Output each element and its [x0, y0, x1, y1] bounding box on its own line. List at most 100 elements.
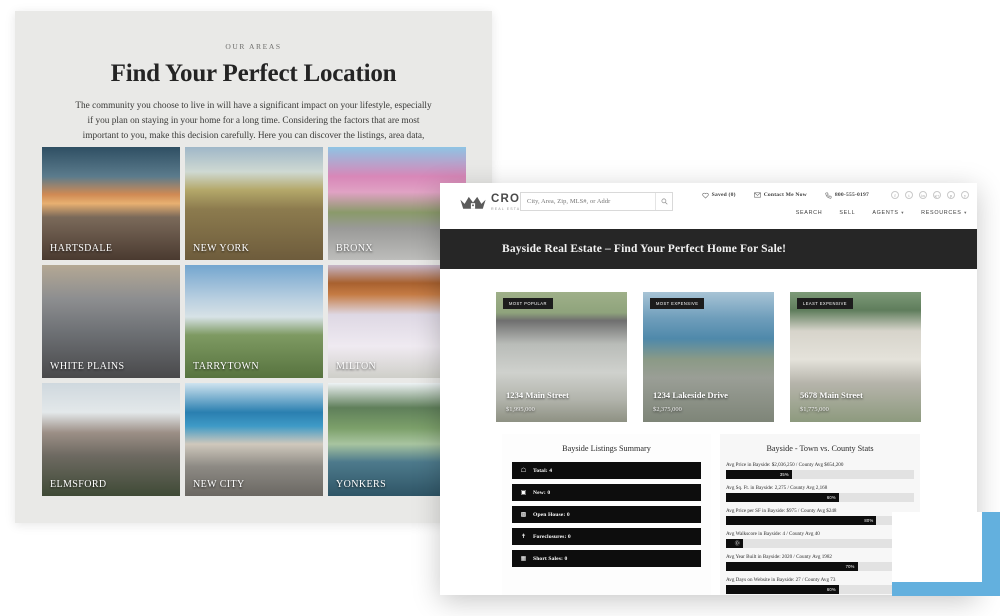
area-tile[interactable]: NEW CITY — [185, 383, 323, 496]
chevron-down-icon: ▾ — [964, 210, 967, 215]
area-tile[interactable]: NEW YORK — [185, 147, 323, 260]
area-tile-label: YONKERS — [336, 479, 387, 490]
decorative-accent-mask — [892, 512, 982, 582]
stat-track: Ⓓ — [726, 539, 914, 548]
listing-price: $1,775,000 — [800, 406, 829, 413]
stat-track: 35% — [726, 470, 914, 479]
site-header: CROWN REAL ESTATE Save — [440, 183, 977, 229]
stat-label: Avg Days on Website in Bayside: 27 / Cou… — [726, 577, 836, 583]
nav-label: SELL — [839, 210, 856, 216]
listing-card[interactable]: MOST EXPENSIVE 1234 Lakeside Drive $2,37… — [643, 292, 774, 422]
youtube-icon[interactable]: y — [961, 191, 969, 199]
hero-banner: Bayside Real Estate – Find Your Perfect … — [440, 229, 977, 269]
envelope-icon — [753, 192, 761, 198]
stat-row: Avg Price in Bayside: $2,036,250 / Count… — [726, 462, 914, 479]
area-tile-label: NEW CITY — [193, 479, 245, 490]
screenshot-root: OUR AREAS Find Your Perfect Location The… — [0, 0, 1000, 616]
search-bar[interactable] — [520, 192, 673, 211]
hero-banner-title: Bayside Real Estate – Find Your Perfect … — [502, 243, 787, 255]
heart-icon — [702, 192, 709, 198]
summary-row[interactable]: ▩ Open House: 0 — [512, 506, 701, 523]
search-icon — [661, 198, 668, 205]
stat-track: 60% — [726, 585, 914, 594]
stat-label: Avg Walkscore in Bayside: 4 / County Avg… — [726, 531, 820, 537]
saved-listings-link[interactable]: Saved (0) — [702, 192, 736, 199]
stat-percent: 70% — [845, 564, 855, 569]
linkedin-icon[interactable]: in — [919, 191, 927, 199]
contact-label: Contact Me Now — [763, 192, 807, 198]
listings-summary-panel: Bayside Listings Summary ☖ Total: 4 ▣ Ne… — [502, 434, 711, 595]
area-tile[interactable]: WHITE PLAINS — [42, 265, 180, 378]
stat-fill: 80% — [726, 516, 877, 525]
twitter-icon[interactable]: t — [905, 191, 913, 199]
summary-row-label: Total: 4 — [533, 467, 553, 474]
listing-card[interactable]: MOST POPULAR 1234 Main Street $1,995,000 — [496, 292, 627, 422]
summary-row[interactable]: ✝ Foreclosures: 0 — [512, 528, 701, 545]
listings-summary-title: Bayside Listings Summary — [562, 444, 651, 453]
nav-item-resources[interactable]: RESOURCES ▾ — [921, 210, 967, 216]
pinterest-icon[interactable]: p — [947, 191, 955, 199]
phone-icon — [825, 192, 832, 199]
stat-percent: 80% — [864, 518, 874, 523]
crown-icon — [460, 196, 486, 209]
nav-item-sell[interactable]: SELL — [839, 210, 855, 216]
stat-track: 70% — [726, 562, 914, 571]
nav-item-search[interactable]: SEARCH — [796, 210, 823, 216]
social-links: f t in g+ p y — [891, 191, 969, 199]
featured-listings: MOST POPULAR 1234 Main Street $1,995,000… — [440, 269, 977, 422]
stat-percent: 60% — [826, 587, 836, 592]
town-vs-county-panel: Bayside - Town vs. County Stats Avg Pric… — [720, 434, 920, 595]
area-tile-label: TARRYTOWN — [193, 361, 259, 372]
nav-item-agents[interactable]: AGENTS ▾ — [872, 210, 904, 216]
search-button[interactable] — [655, 193, 672, 210]
listing-card[interactable]: LEAST EXPENSIVE 5678 Main Street $1,775,… — [790, 292, 921, 422]
stat-label: Avg Price per SF in Bayside: $975 / Coun… — [726, 508, 837, 514]
stat-fill: 35% — [726, 470, 792, 479]
summary-row[interactable]: ☖ Total: 4 — [512, 462, 701, 479]
listing-address: 1234 Lakeside Drive — [653, 390, 728, 400]
area-tile[interactable]: ELMSFORD — [42, 383, 180, 496]
area-tile-label: HARTSDALE — [50, 243, 113, 254]
summary-row-label: Short Sales: 0 — [533, 555, 568, 562]
phone-link[interactable]: 800-555-0197 — [825, 192, 869, 199]
home-icon: ☖ — [520, 467, 527, 474]
area-tile-label: MILTON — [336, 361, 377, 372]
contact-link[interactable]: Contact Me Now — [753, 192, 807, 198]
listing-price: $2,375,000 — [653, 406, 682, 413]
page-title: Find Your Perfect Location — [110, 60, 397, 87]
walkscore-icon: Ⓓ — [734, 541, 740, 547]
calendar-icon: ▣ — [520, 489, 527, 496]
header-utilities: Saved (0) Contact Me Now 800-555-0197 f … — [702, 191, 969, 199]
area-tile-label: NEW YORK — [193, 243, 250, 254]
stat-row: Avg Days on Website in Bayside: 27 / Cou… — [726, 577, 914, 594]
stat-percent: 35% — [779, 472, 789, 477]
summary-row[interactable]: ▣ New: 0 — [512, 484, 701, 501]
nav-label: AGENTS — [872, 210, 899, 216]
listing-address: 1234 Main Street — [506, 390, 569, 400]
town-vs-county-title: Bayside - Town vs. County Stats — [766, 444, 874, 453]
area-tile[interactable]: HARTSDALE — [42, 147, 180, 260]
stat-label: Avg Year Built in Bayside: 2020 / County… — [726, 554, 832, 560]
phone-label: 800-555-0197 — [834, 192, 869, 198]
summary-row[interactable]: ▦ Short Sales: 0 — [512, 550, 701, 567]
stat-row: Avg Price per SF in Bayside: $975 / Coun… — [726, 508, 914, 525]
facebook-icon[interactable]: f — [891, 191, 899, 199]
stat-percent: 60% — [826, 495, 836, 500]
area-tile-label: ELMSFORD — [50, 479, 107, 490]
stat-fill: 70% — [726, 562, 858, 571]
areas-grid: HARTSDALE NEW YORK BRONX WHITE PLAINS TA… — [42, 147, 466, 496]
door-icon: ▩ — [520, 511, 527, 518]
summary-row-label: Foreclosures: 0 — [533, 533, 571, 540]
chevron-down-icon: ▾ — [901, 210, 905, 215]
stat-track: 60% — [726, 493, 914, 502]
status-badge: LEAST EXPENSIVE — [797, 298, 853, 309]
stat-fill: Ⓓ — [726, 539, 743, 548]
stat-row: Avg Walkscore in Bayside: 4 / County Avg… — [726, 531, 914, 548]
stat-fill: 60% — [726, 585, 839, 594]
saved-listings-label: Saved (0) — [711, 192, 736, 198]
googleplus-icon[interactable]: g+ — [933, 191, 941, 199]
our-areas-section: OUR AREAS Find Your Perfect Location The… — [15, 11, 492, 523]
area-tile[interactable]: TARRYTOWN — [185, 265, 323, 378]
search-input[interactable] — [521, 193, 655, 210]
tag-icon: ▦ — [520, 555, 527, 562]
